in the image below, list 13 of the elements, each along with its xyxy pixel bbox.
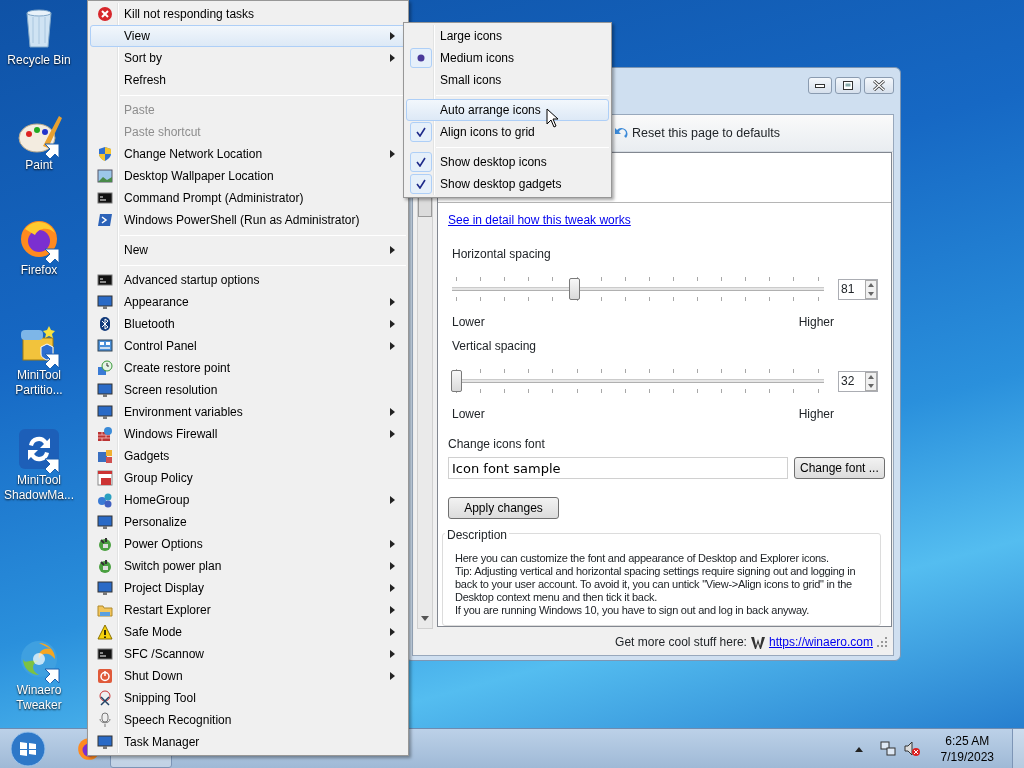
slider-label: Horizontal spacing — [452, 246, 552, 263]
description-text: Here you can customize the font and appearance of Desktop and Explorer icons. — [455, 552, 830, 565]
scale-label: Lower — [452, 314, 485, 331]
spinner-value: 32 — [841, 373, 855, 390]
font-label: Change icons font — [448, 436, 546, 453]
scale-label: Higher — [798, 406, 834, 423]
description-text: If you are running Windows 10, you have to sign out and log in back anyway. — [455, 604, 811, 617]
scale-label: Higher — [798, 314, 834, 331]
scale-label: Lower — [452, 406, 485, 423]
spinner-value: 81 — [841, 281, 855, 298]
footer-text: Get more cool stuff here: — [615, 634, 747, 651]
description-text: Tip: Adjusting vertical and horizontal spacing settings require signing out and logging in back to your user account. To avoid it, you can untick "View->Align icons to grid" in the Desktop context menu and then tick it back. — [455, 565, 857, 604]
slider-label: Vertical spacing — [452, 338, 538, 355]
